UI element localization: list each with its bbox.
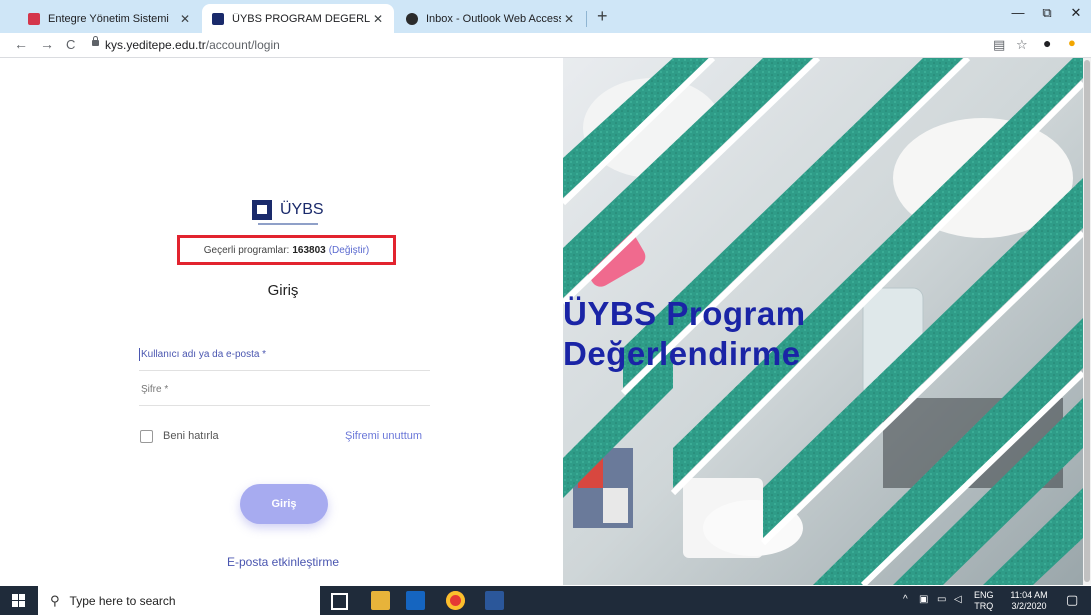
email-activation-link[interactable]: E-posta etkinleştirme bbox=[0, 555, 566, 569]
tab-title: Inbox - Outlook Web Access Ligh bbox=[426, 12, 561, 25]
network-icon[interactable]: ▭ bbox=[937, 594, 946, 605]
forgot-password-link[interactable]: Şifremi unuttum bbox=[345, 430, 422, 442]
show-hidden-icons-icon[interactable]: ^ bbox=[903, 594, 908, 605]
password-placeholder: Şifre * bbox=[141, 384, 169, 395]
search-icon: ⚲ bbox=[50, 592, 60, 608]
hero-title-line1: ÜYBS Program bbox=[563, 295, 806, 332]
hero-title-line2: Değerlendirme bbox=[563, 335, 801, 372]
site-favicon-icon bbox=[212, 12, 224, 25]
lang-top: ENG bbox=[974, 590, 994, 600]
url-path: /account/login bbox=[205, 38, 280, 52]
page-content: ÜYBS Geçerli programlar: 163803 (Değişti… bbox=[0, 58, 1091, 585]
input-language[interactable]: ENG TRQ bbox=[974, 590, 994, 612]
lang-bottom: TRQ bbox=[974, 601, 994, 611]
windows-taskbar: ⚲ Type here to search ^ ▣ ▭ ◁ ENG TRQ 11… bbox=[0, 586, 1091, 615]
programs-value: 163803 bbox=[292, 244, 326, 256]
back-arrow-icon[interactable]: ← bbox=[14, 36, 28, 52]
valid-programs-box: Geçerli programlar: 163803 (Değiştir) bbox=[177, 235, 396, 265]
username-field[interactable]: Kullanıcı adı ya da e-posta * bbox=[139, 348, 430, 371]
extension-icon[interactable]: ● bbox=[1068, 35, 1076, 50]
hero-title: ÜYBS Program Değerlendirme bbox=[563, 294, 806, 374]
tab-title: Entegre Yönetim Sistemi bbox=[48, 12, 169, 25]
file-explorer-icon[interactable] bbox=[371, 591, 390, 610]
password-field[interactable]: Şifre * bbox=[139, 383, 430, 406]
scrollbar-thumb[interactable] bbox=[1084, 60, 1090, 582]
minimize-button[interactable]: — bbox=[1003, 5, 1033, 20]
notifications-icon[interactable]: ▢ bbox=[1066, 592, 1078, 608]
username-placeholder: Kullanıcı adı ya da e-posta * bbox=[141, 349, 267, 360]
programs-label: Geçerli programlar: bbox=[203, 244, 290, 256]
logo-subtitle-line bbox=[258, 223, 318, 225]
url-host: kys.yeditepe.edu.tr bbox=[105, 38, 206, 52]
volume-icon[interactable]: ◁ bbox=[954, 594, 962, 605]
site-favicon-icon bbox=[28, 12, 40, 25]
tab-close-icon[interactable]: ✕ bbox=[561, 12, 577, 26]
change-program-link[interactable]: (Değiştir) bbox=[329, 245, 370, 256]
taskbar-search-input[interactable]: ⚲ Type here to search bbox=[38, 586, 320, 615]
tab-separator bbox=[586, 11, 587, 27]
tab-entegre[interactable]: Entegre Yönetim Sistemi ✕ bbox=[18, 4, 201, 33]
address-bar[interactable]: kys.yeditepe.edu.tr/account/login bbox=[105, 38, 280, 52]
restore-button[interactable]: ⧉ bbox=[1032, 5, 1062, 21]
bookmark-star-icon[interactable]: ☆ bbox=[1016, 37, 1028, 53]
login-panel: ÜYBS Geçerli programlar: 163803 (Değişti… bbox=[0, 58, 563, 585]
tab-close-icon[interactable]: ✕ bbox=[370, 12, 386, 26]
tab-uybs[interactable]: ÜYBS PROGRAM DEGERLENDİRM ✕ bbox=[202, 4, 394, 33]
close-window-button[interactable]: ✕ bbox=[1061, 5, 1091, 21]
forward-arrow-icon[interactable]: → bbox=[40, 36, 54, 52]
translate-icon[interactable]: ▤ bbox=[993, 37, 1005, 53]
login-button[interactable]: Giriş bbox=[240, 484, 328, 524]
tab-title: ÜYBS PROGRAM DEGERLENDİRM bbox=[232, 12, 370, 25]
profile-avatar-icon[interactable]: ● bbox=[1043, 35, 1051, 51]
browser-tab-strip: Entegre Yönetim Sistemi ✕ ÜYBS PROGRAM D… bbox=[0, 0, 1091, 33]
site-favicon-icon bbox=[406, 12, 418, 25]
windows-start-icon[interactable] bbox=[12, 594, 25, 607]
onedrive-icon[interactable]: ▣ bbox=[919, 594, 928, 605]
remember-me-checkbox[interactable] bbox=[140, 430, 153, 443]
browser-toolbar: ← → C kys.yeditepe.edu.tr/account/login … bbox=[0, 33, 1091, 58]
search-placeholder: Type here to search bbox=[69, 593, 176, 608]
new-tab-button[interactable]: + bbox=[597, 6, 608, 27]
hero-image-panel: ÜYBS Program Değerlendirme bbox=[563, 58, 1083, 585]
clock-time: 11:04 AM bbox=[1010, 590, 1048, 600]
word-icon[interactable] bbox=[485, 591, 504, 610]
outlook-icon[interactable] bbox=[406, 591, 425, 610]
tab-outlook[interactable]: Inbox - Outlook Web Access Ligh ✕ bbox=[396, 4, 585, 33]
university-logo-icon bbox=[252, 200, 272, 220]
taskbar-clock[interactable]: 11:04 AM 3/2/2020 bbox=[1004, 590, 1054, 612]
reload-icon[interactable]: C bbox=[66, 37, 75, 52]
chrome-icon[interactable] bbox=[446, 591, 465, 610]
lock-icon bbox=[92, 36, 99, 46]
login-title: Giriş bbox=[267, 282, 299, 299]
task-view-icon[interactable] bbox=[331, 593, 348, 610]
page-scrollbar[interactable] bbox=[1083, 58, 1091, 585]
tab-close-icon[interactable]: ✕ bbox=[177, 12, 193, 26]
remember-me-label[interactable]: Beni hatırla bbox=[163, 430, 219, 442]
logo-text: ÜYBS bbox=[280, 201, 324, 218]
uybs-logo: ÜYBS bbox=[252, 200, 324, 220]
clock-date: 3/2/2020 bbox=[1011, 601, 1047, 611]
